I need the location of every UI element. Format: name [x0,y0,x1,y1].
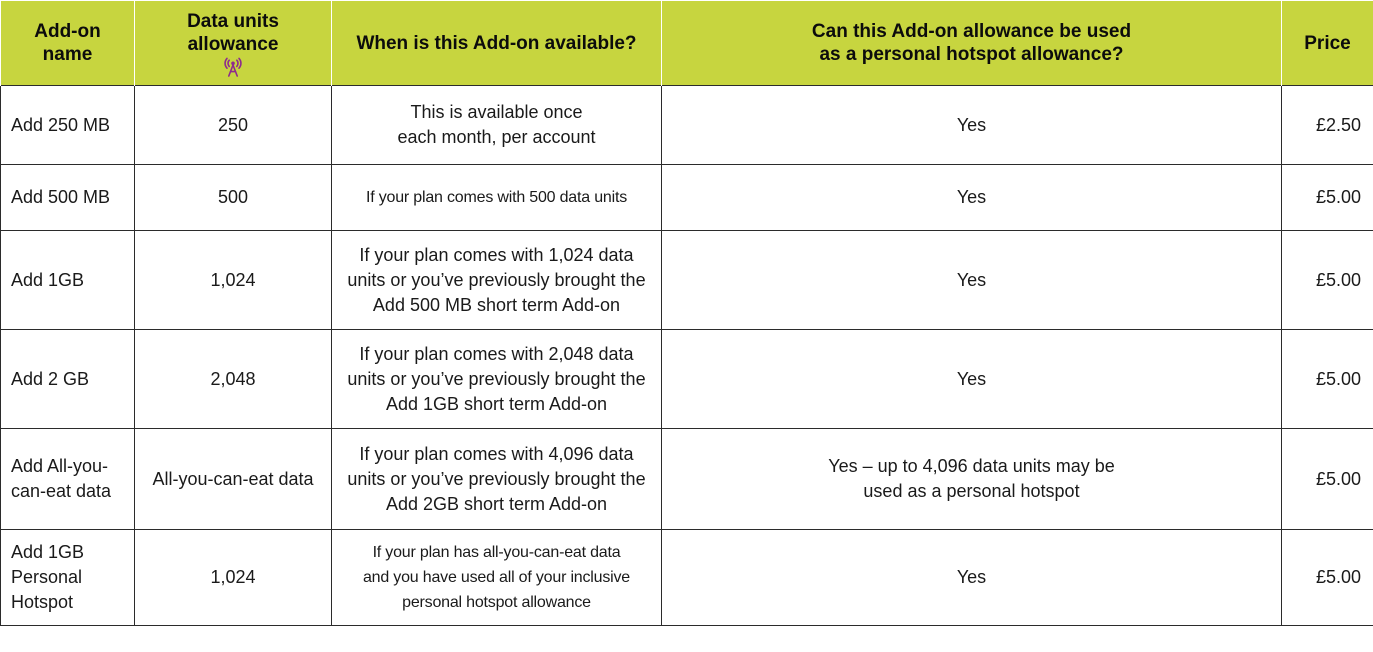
cell-add-on-name: Add All-you- can-eat data [0,428,135,530]
cell-price: £2.50 [1281,85,1373,165]
cell-availability: If your plan comes with 2,048 data units… [331,329,662,429]
page: Add-on name Data units allowance When is… [0,0,1373,652]
cell-hotspot: Yes – up to 4,096 data units may be used… [661,428,1282,530]
header-hotspot-line-1: Can this Add-on allowance be used [811,21,1132,42]
cell-allowance: 500 [134,164,332,231]
cell-line: Add 500 MB short term Add-on [372,294,621,315]
cell-line: Add 1GB short term Add-on [385,393,608,414]
cell-add-on-name: Add 500 MB [0,164,135,231]
table-row: Add 500 MB 500 If your plan comes with 5… [0,164,1373,231]
cell-line: Yes [956,114,987,135]
cell-add-on-name: Add 2 GB [0,329,135,429]
header-availability-label: When is this Add-on available? [356,32,637,54]
cell-line: Hotspot [11,592,74,612]
cell-line: Add 250 MB [11,114,111,135]
cell-line: used as a personal hotspot [863,481,1080,501]
cell-line: Yes [956,269,987,290]
table-row: Add 1GB 1,024 If your plan comes with 1,… [0,230,1373,330]
add-ons-table: Add-on name Data units allowance When is… [0,0,1373,626]
cell-line: personal hotspot allowance [402,594,591,611]
cell-availability: If your plan comes with 1,024 data units… [331,230,662,330]
cell-availability: If your plan has all-you-can-eat data an… [331,529,662,626]
header-add-on-name-line-1: Add-on [34,21,101,42]
cell-availability: If your plan comes with 500 data units [331,164,662,231]
cell-line: Add 500 MB [11,187,111,207]
cell-line: This is available once [410,102,583,122]
cell-line: Add 1GB [11,269,85,290]
cell-hotspot: Yes [661,529,1282,626]
table-row: Add 2 GB 2,048 If your plan comes with 2… [0,329,1373,429]
table-row: Add 250 MB 250 This is available once ea… [0,85,1373,165]
signal-tower-icon [224,57,242,77]
header-add-on-name: Add-on name [0,0,135,86]
cell-line: Add 1GB [11,542,85,562]
header-hotspot-line-2: as a personal hotspot allowance? [819,44,1124,65]
table-body: Add 250 MB 250 This is available once ea… [0,85,1373,626]
cell-hotspot: Yes [661,230,1282,330]
cell-price: £5.00 [1281,230,1373,330]
cell-add-on-name: Add 1GB [0,230,135,330]
header-price-label: Price [1304,32,1351,54]
cell-price: £5.00 [1281,329,1373,429]
header-data-units-allowance-label: Data units allowance [187,10,279,55]
cell-allowance: 2,048 [134,329,332,429]
header-price: Price [1281,0,1373,86]
cell-line: Add All-you- [11,456,109,476]
cell-line: units or you’ve previously brought the [347,468,646,489]
cell-line: If your plan has all-you-can-eat data [372,544,621,561]
cell-line: If your plan comes with 500 data units [366,189,627,206]
cell-line: Add 2GB short term Add-on [385,493,608,514]
header-add-on-name-line-2: name [42,44,93,65]
cell-line: Personal [11,567,83,587]
header-data-units-allowance: Data units allowance [134,0,332,86]
cell-line: each month, per account [397,127,596,147]
cell-hotspot: Yes [661,329,1282,429]
cell-line: and you have used all of your inclusive [362,569,631,586]
table-row: Add All-you- can-eat data All-you-can-ea… [0,428,1373,530]
header-row: Add-on name Data units allowance When is… [0,0,1373,86]
cell-availability: If your plan comes with 4,096 data units… [331,428,662,530]
cell-line: Yes [956,567,987,587]
cell-allowance: 1,024 [134,529,332,626]
cell-line: Yes [956,368,987,389]
cell-hotspot: Yes [661,164,1282,231]
table-header: Add-on name Data units allowance When is… [0,0,1373,86]
cell-allowance: 250 [134,85,332,165]
cell-line: Add 2 GB [11,368,90,389]
cell-line: If your plan comes with 1,024 data [359,244,634,265]
cell-availability: This is available once each month, per a… [331,85,662,165]
header-availability: When is this Add-on available? [331,0,662,86]
table-row: Add 1GB Personal Hotspot 1,024 If your p… [0,529,1373,626]
cell-allowance: All-you-can-eat data [134,428,332,530]
cell-add-on-name: Add 250 MB [0,85,135,165]
cell-line: units or you’ve previously brought the [347,368,646,389]
cell-price: £5.00 [1281,164,1373,231]
cell-allowance: 1,024 [134,230,332,330]
cell-line: units or you’ve previously brought the [347,269,646,290]
cell-price: £5.00 [1281,428,1373,530]
cell-line: Yes [956,187,987,207]
cell-line: Yes – up to 4,096 data units may be [828,456,1115,476]
cell-price: £5.00 [1281,529,1373,626]
cell-hotspot: Yes [661,85,1282,165]
cell-line: If your plan comes with 2,048 data [359,343,634,364]
cell-line: can-eat data [11,481,112,501]
cell-add-on-name: Add 1GB Personal Hotspot [0,529,135,626]
cell-line: If your plan comes with 4,096 data [359,443,634,464]
header-hotspot: Can this Add-on allowance be used as a p… [661,0,1282,86]
